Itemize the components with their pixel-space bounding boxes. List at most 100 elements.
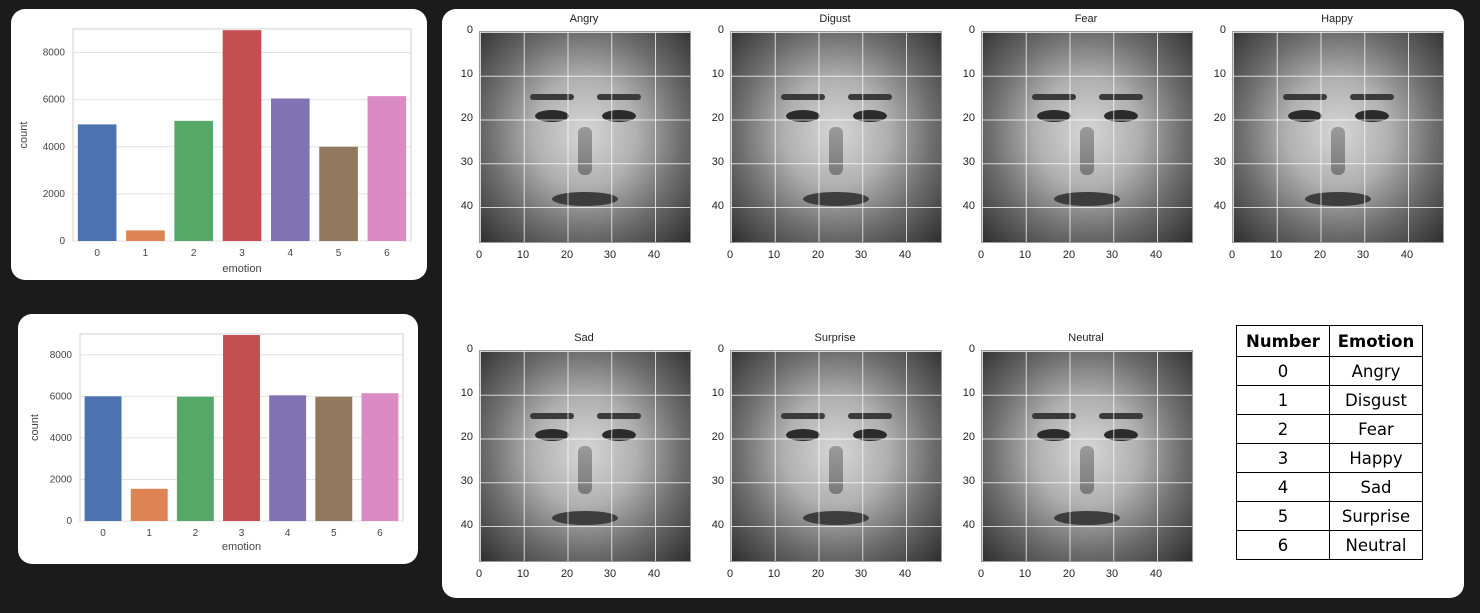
- x-tick-label: 4: [288, 248, 294, 259]
- face-x-tick-label: 0: [1228, 249, 1236, 261]
- emotion-legend-table: Number Emotion 0 Angry 1 Disgust 2 Fear 3 Ha…: [1236, 325, 1423, 560]
- face-y-tick-label: 40: [962, 200, 975, 212]
- bar-4: [269, 395, 307, 521]
- face-y-tick-label: 30: [962, 475, 975, 487]
- face-gridlines: [480, 32, 690, 242]
- x-tick-label: 6: [377, 528, 383, 539]
- face-x-tick-label: 0: [475, 568, 483, 580]
- x-axis-label: emotion: [222, 263, 261, 275]
- face-image-happy: [1232, 31, 1444, 243]
- face-x-tick-label: 0: [726, 249, 734, 261]
- face-title: Digust: [819, 13, 851, 25]
- face-y-tick-label: 10: [962, 387, 975, 399]
- y-tick-label: 6000: [43, 95, 66, 106]
- y-tick-label: 0: [59, 236, 65, 247]
- x-tick-label: 2: [191, 248, 197, 259]
- face-image-digust: [730, 31, 942, 243]
- legend-number: 2: [1236, 414, 1330, 444]
- legend-emotion: Disgust: [1329, 385, 1423, 415]
- face-y-tick-label: 30: [711, 475, 724, 487]
- face-x-tick-label: 20: [811, 249, 825, 261]
- face-y-tick-label: 20: [460, 431, 473, 443]
- face-x-tick-label: 30: [854, 249, 868, 261]
- face-title: Fear: [1074, 13, 1098, 25]
- x-tick-label: 6: [384, 248, 390, 259]
- x-tick-label: 3: [239, 528, 245, 539]
- face-x-tick-label: 30: [603, 568, 617, 580]
- face-y-tick-label: 0: [968, 343, 975, 355]
- face-x-tick-label: 40: [898, 249, 912, 261]
- face-gridlines: [480, 351, 690, 561]
- face-y-tick-label: 10: [1213, 68, 1226, 80]
- legend-row: 3 Happy: [1236, 443, 1423, 473]
- face-y-tick-label: 10: [711, 387, 724, 399]
- face-x-tick-label: 40: [1149, 249, 1163, 261]
- face-image-surprise: [730, 350, 942, 562]
- face-y-tick-label: 20: [711, 431, 724, 443]
- face-x-tick-label: 30: [1105, 249, 1119, 261]
- legend-header-number: Number: [1236, 325, 1330, 357]
- legend-row: 1 Disgust: [1236, 385, 1423, 415]
- y-tick-label: 4000: [43, 142, 66, 153]
- bar-4: [270, 98, 310, 241]
- face-y-tick-label: 0: [1219, 24, 1226, 36]
- face-x-tick-label: 20: [560, 249, 574, 261]
- bar-5: [319, 146, 358, 241]
- bar-3: [222, 30, 262, 241]
- legend-number: 1: [1236, 385, 1330, 415]
- face-y-tick-label: 10: [962, 68, 975, 80]
- x-tick-label: 4: [285, 528, 291, 539]
- bar-0: [77, 124, 117, 241]
- legend-emotion: Neutral: [1329, 530, 1423, 560]
- face-y-tick-label: 40: [711, 519, 724, 531]
- legend-header-row: Number Emotion: [1236, 325, 1423, 357]
- face-y-tick-label: 40: [962, 519, 975, 531]
- face-x-tick-label: 20: [1062, 568, 1076, 580]
- face-image-fear: [981, 31, 1193, 243]
- face-x-tick-label: 0: [977, 568, 985, 580]
- legend-row: 0 Angry: [1236, 356, 1423, 386]
- face-x-tick-label: 30: [603, 249, 617, 261]
- legend-number: 4: [1236, 472, 1330, 502]
- face-y-tick-label: 20: [962, 112, 975, 124]
- x-tick-label: 5: [331, 528, 337, 539]
- face-x-tick-label: 10: [767, 249, 781, 261]
- bar-2: [176, 396, 214, 521]
- x-tick-label: 0: [100, 528, 106, 539]
- bar-6: [361, 393, 399, 521]
- face-y-tick-label: 30: [460, 475, 473, 487]
- face-x-tick-label: 40: [1149, 568, 1163, 580]
- legend-emotion: Angry: [1329, 356, 1423, 386]
- legend-header-emotion: Emotion: [1329, 325, 1423, 357]
- emotion-count-chart-balanced: 0 2000 4000 6000 8000 0 1 2 3 4 5 6 emotion count: [18, 314, 418, 564]
- bar-0: [84, 396, 122, 521]
- legend-number: 5: [1236, 501, 1330, 531]
- legend-emotion: Sad: [1329, 472, 1423, 502]
- face-x-tick-label: 10: [1269, 249, 1283, 261]
- face-title: Neutral: [1068, 332, 1104, 344]
- face-x-tick-label: 10: [1018, 568, 1032, 580]
- x-tick-label: 0: [94, 248, 100, 259]
- face-x-tick-label: 0: [726, 568, 734, 580]
- face-gridlines: [982, 32, 1192, 242]
- y-tick-label: 8000: [50, 350, 73, 361]
- legend-row: 2 Fear: [1236, 414, 1423, 444]
- face-y-tick-label: 40: [460, 200, 473, 212]
- bar-chart-svg: 0 2000 4000 6000 8000 0 1 2 3 4 5 6 emotion count: [29, 333, 404, 553]
- bar-6: [367, 96, 407, 241]
- y-tick-label: 6000: [50, 391, 73, 402]
- x-tick-label: 5: [336, 248, 342, 259]
- face-y-tick-label: 10: [711, 68, 724, 80]
- face-x-tick-label: 40: [1400, 249, 1414, 261]
- face-y-tick-label: 0: [968, 24, 975, 36]
- bar-1: [126, 230, 165, 241]
- legend-number: 6: [1236, 530, 1330, 560]
- face-y-tick-label: 20: [460, 112, 473, 124]
- y-tick-label: 4000: [50, 433, 73, 444]
- face-x-tick-label: 30: [1356, 249, 1370, 261]
- face-title: Surprise: [814, 332, 856, 344]
- face-image-angry: [479, 31, 691, 243]
- x-tick-label: 3: [239, 248, 245, 259]
- face-y-tick-label: 20: [711, 112, 724, 124]
- face-x-tick-label: 10: [516, 249, 530, 261]
